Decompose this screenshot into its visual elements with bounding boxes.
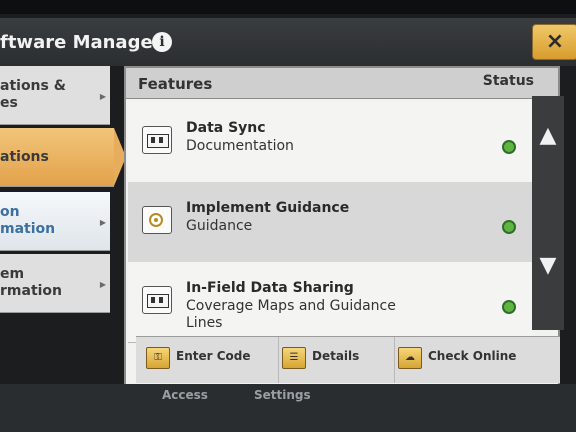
sidebar-item-version-information[interactable]: on mation ▶ (0, 192, 110, 251)
details-document-icon: ☰ (282, 347, 306, 369)
scroll-up-button[interactable]: ▲ (532, 96, 564, 196)
sidebar-item-system-information[interactable]: em rmation ▶ (0, 254, 110, 313)
feature-row-in-field-data-sharing[interactable]: In-Field Data Sharing Coverage Maps and … (128, 262, 532, 343)
scroll-down-button[interactable]: ▼ (532, 226, 564, 326)
sidebar-item-label: ations & es (0, 78, 66, 111)
table-header: Features Status (126, 68, 558, 99)
feature-row-data-sync[interactable]: Data Sync Documentation (128, 102, 532, 183)
info-icon[interactable]: i (152, 32, 172, 52)
feature-category: Documentation (186, 138, 294, 154)
sidebar-item-label: em rmation (0, 266, 63, 299)
details-button[interactable]: ☰ Details (282, 337, 395, 383)
sidebar-item-activations[interactable]: ations (0, 128, 126, 187)
status-active-icon (502, 140, 516, 154)
data-sharing-icon (142, 286, 172, 314)
status-active-icon (502, 300, 516, 314)
chevron-right-icon: ▶ (99, 280, 106, 289)
cloud-download-icon: ☁ (398, 347, 422, 369)
chevron-right-icon: ▶ (99, 218, 106, 227)
chevron-right-icon: ▶ (99, 92, 106, 101)
column-header-status: Status (482, 73, 534, 89)
feature-category: Guidance (186, 218, 253, 234)
feature-name: In-Field Data Sharing (186, 280, 354, 296)
feature-category: Coverage Maps and Guidance Lines (186, 298, 396, 331)
details-label: Details (312, 349, 360, 363)
check-online-button[interactable]: ☁ Check Online (398, 337, 548, 383)
page-title: ftware Manager (0, 32, 162, 53)
feature-name: Implement Guidance (186, 200, 350, 216)
sidebar-item-applications[interactable]: ations & es ▶ (0, 66, 110, 125)
sidebar: ations & es ▶ ations on mation ▶ em rmat… (0, 66, 126, 396)
key-icon: ⚿ (146, 347, 170, 369)
title-bar: ftware Manager i × (0, 18, 576, 66)
enter-code-label: Enter Code (176, 349, 251, 363)
column-header-features: Features (138, 75, 213, 93)
footer-toolbar: ⚿ Enter Code ☰ Details ☁ Check Online (136, 336, 560, 383)
underlying-tabs-strip: Access Settings (0, 384, 576, 432)
partial-tab-settings: Settings (254, 388, 311, 402)
sidebar-item-label: ations (0, 149, 49, 165)
scrollbar[interactable]: ▲ ▼ (532, 96, 564, 330)
check-online-label: Check Online (428, 349, 517, 363)
sidebar-item-label: on mation (0, 204, 56, 237)
data-sync-icon (142, 126, 172, 154)
close-button[interactable]: × (532, 24, 576, 60)
feature-row-implement-guidance[interactable]: Implement Guidance Guidance (128, 182, 532, 263)
partial-tab-access: Access (162, 388, 208, 402)
status-active-icon (502, 220, 516, 234)
screen-bezel (0, 0, 576, 14)
feature-name: Data Sync (186, 120, 266, 136)
guidance-target-icon (142, 206, 172, 234)
enter-code-button[interactable]: ⚿ Enter Code (146, 337, 279, 383)
